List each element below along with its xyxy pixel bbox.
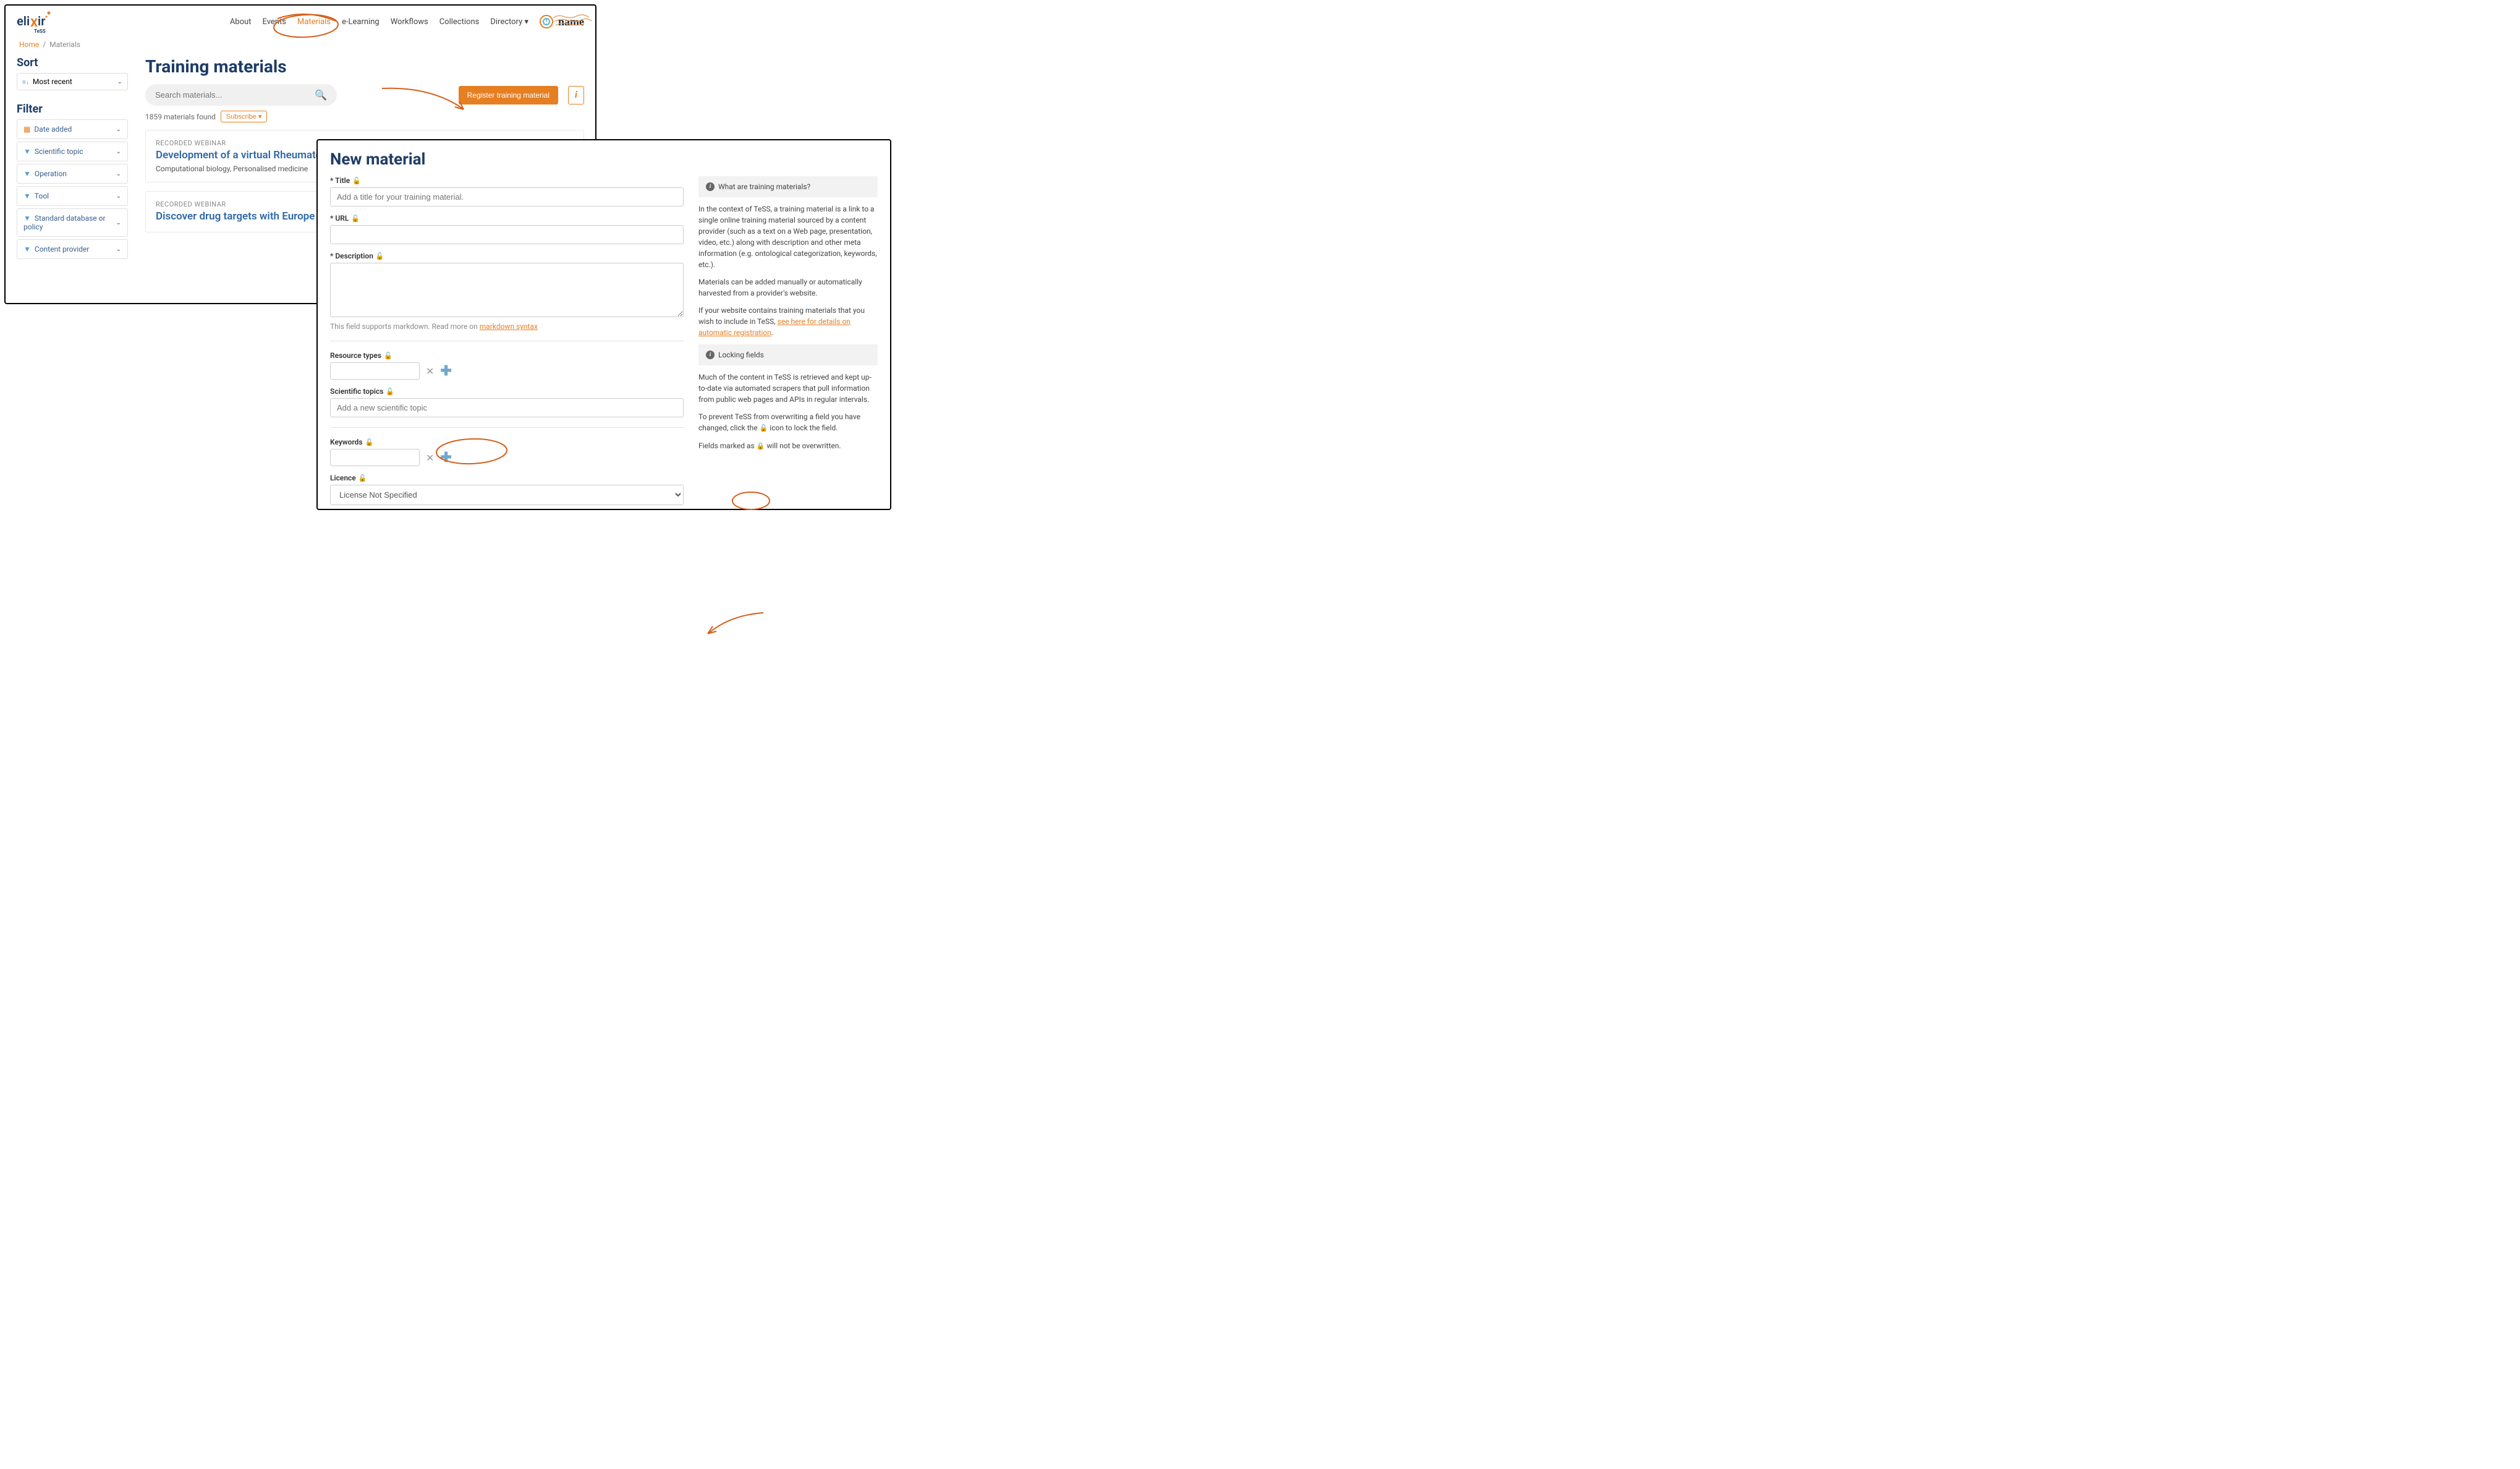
breadcrumb-home[interactable]: Home (19, 40, 39, 49)
title-label: * Title 🔓 (330, 176, 684, 185)
search-box: 🔍 (145, 84, 337, 106)
svg-text:ir: ir (38, 14, 45, 28)
title-input[interactable] (330, 187, 684, 207)
nav-workflows[interactable]: Workflows (391, 17, 428, 27)
svg-text:eli: eli (17, 14, 30, 28)
description-label: * Description 🔓 (330, 252, 684, 260)
logo[interactable]: eli x ir TeSS (17, 9, 54, 34)
breadcrumb: Home / Materials (6, 38, 595, 51)
lock-open-icon[interactable]: 🔓 (351, 215, 360, 223)
page-title: Training materials (145, 56, 584, 77)
sort-heading: Sort (17, 56, 128, 69)
url-label: * URL 🔓 (330, 214, 684, 223)
chevron-down-icon: ⌄ (116, 148, 121, 155)
nav-materials[interactable]: Materials (297, 17, 331, 27)
chevron-down-icon: ⌄ (116, 219, 121, 226)
funnel-icon: ▼ (23, 214, 31, 223)
main-nav: About Events Materials e-Learning Workfl… (230, 15, 584, 28)
funnel-icon: ▼ (23, 192, 31, 200)
info-text: Materials can be added manually or autom… (698, 276, 878, 299)
funnel-icon: ▼ (23, 147, 31, 156)
user-name[interactable]: name (558, 15, 584, 28)
info-icon: i (706, 351, 715, 359)
subscribe-button[interactable]: Subscribe ▾ (221, 111, 268, 122)
lock-open-icon[interactable]: 🔓 (352, 177, 361, 185)
chevron-down-icon: ▾ (524, 17, 528, 27)
info-text: In the context of TeSS, a training mater… (698, 203, 878, 270)
nav-elearning[interactable]: e-Learning (342, 17, 380, 27)
filter-tool[interactable]: ▼Tool ⌄ (17, 186, 128, 206)
result-count: 1859 materials found (145, 113, 216, 121)
info-icon: i (706, 182, 715, 191)
filter-scientific-topic[interactable]: ▼Scientific topic ⌄ (17, 142, 128, 161)
lock-open-icon[interactable]: 🔓 (384, 352, 392, 360)
chevron-down-icon: ⌄ (116, 193, 121, 200)
form-heading: New material (330, 150, 878, 169)
description-help: This field supports markdown. Read more … (330, 322, 684, 331)
filter-standard[interactable]: ▼Standard database or policy ⌄ (17, 208, 128, 237)
chevron-down-icon: ⌄ (116, 126, 121, 133)
licence-select[interactable]: License Not Specified (330, 485, 684, 505)
lock-open-icon[interactable]: 🔓 (358, 474, 367, 482)
resource-types-label: Resource types 🔓 (330, 351, 684, 360)
keywords-input[interactable] (330, 449, 420, 466)
svg-text:TeSS: TeSS (34, 28, 46, 34)
info-text: Much of the content in TeSS is retrieved… (698, 372, 878, 405)
nav-events[interactable]: Events (262, 17, 286, 27)
nav-directory[interactable]: Directory ▾ (490, 17, 528, 27)
avatar-icon[interactable] (540, 15, 553, 28)
filter-content-provider[interactable]: ▼Content provider ⌄ (17, 239, 128, 259)
search-icon[interactable]: 🔍 (315, 89, 327, 101)
clear-icon[interactable]: ✕ (426, 365, 434, 377)
info-text: If your website contains training materi… (698, 305, 878, 338)
description-input[interactable] (330, 263, 684, 317)
add-icon[interactable]: ✚ (440, 450, 451, 466)
lock-open-icon[interactable]: 🔓 (365, 438, 374, 446)
info-button[interactable]: i (568, 86, 584, 104)
clear-icon[interactable]: ✕ (426, 452, 434, 464)
sort-dropdown[interactable]: ≡↓Most recent ⌄ (17, 73, 128, 90)
chevron-down-icon: ⌄ (116, 171, 121, 177)
lock-open-icon[interactable]: 🔓 (376, 252, 384, 260)
info-panel-locking: i Locking fields (698, 344, 878, 365)
info-text: Fields marked as 🔒 will not be overwritt… (698, 440, 878, 452)
chevron-down-icon: ⌄ (116, 246, 121, 253)
svg-text:x: x (30, 13, 38, 30)
filter-date-added[interactable]: ▦Date added ⌄ (17, 119, 128, 139)
scientific-topics-input[interactable] (330, 398, 684, 417)
nav-about[interactable]: About (230, 17, 252, 27)
info-text: To prevent TeSS from overwriting a field… (698, 411, 878, 434)
filter-operation[interactable]: ▼Operation ⌄ (17, 164, 128, 184)
lock-closed-icon: 🔒 (757, 442, 765, 450)
lock-open-icon[interactable]: 🔓 (386, 388, 394, 396)
funnel-icon: ▼ (23, 169, 31, 178)
add-icon[interactable]: ✚ (440, 364, 451, 379)
breadcrumb-current: Materials (49, 40, 80, 49)
filter-heading: Filter (17, 103, 128, 116)
funnel-icon: ▼ (23, 245, 31, 253)
licence-label: Licence 🔓 (330, 474, 684, 482)
search-input[interactable] (155, 90, 315, 100)
calendar-icon: ▦ (23, 125, 30, 134)
info-panel-what: i What are training materials? (698, 176, 878, 197)
scientific-topics-label: Scientific topics 🔓 (330, 387, 684, 396)
url-input[interactable] (330, 225, 684, 244)
nav-collections[interactable]: Collections (439, 17, 480, 27)
sort-icon: ≡↓ (22, 79, 29, 86)
chevron-down-icon: ⌄ (117, 79, 122, 85)
resource-types-input[interactable] (330, 362, 420, 380)
lock-open-icon: 🔓 (760, 424, 768, 432)
keywords-label: Keywords 🔓 (330, 438, 684, 446)
register-button[interactable]: Register training material (459, 86, 558, 104)
markdown-syntax-link[interactable]: markdown syntax (480, 322, 538, 331)
